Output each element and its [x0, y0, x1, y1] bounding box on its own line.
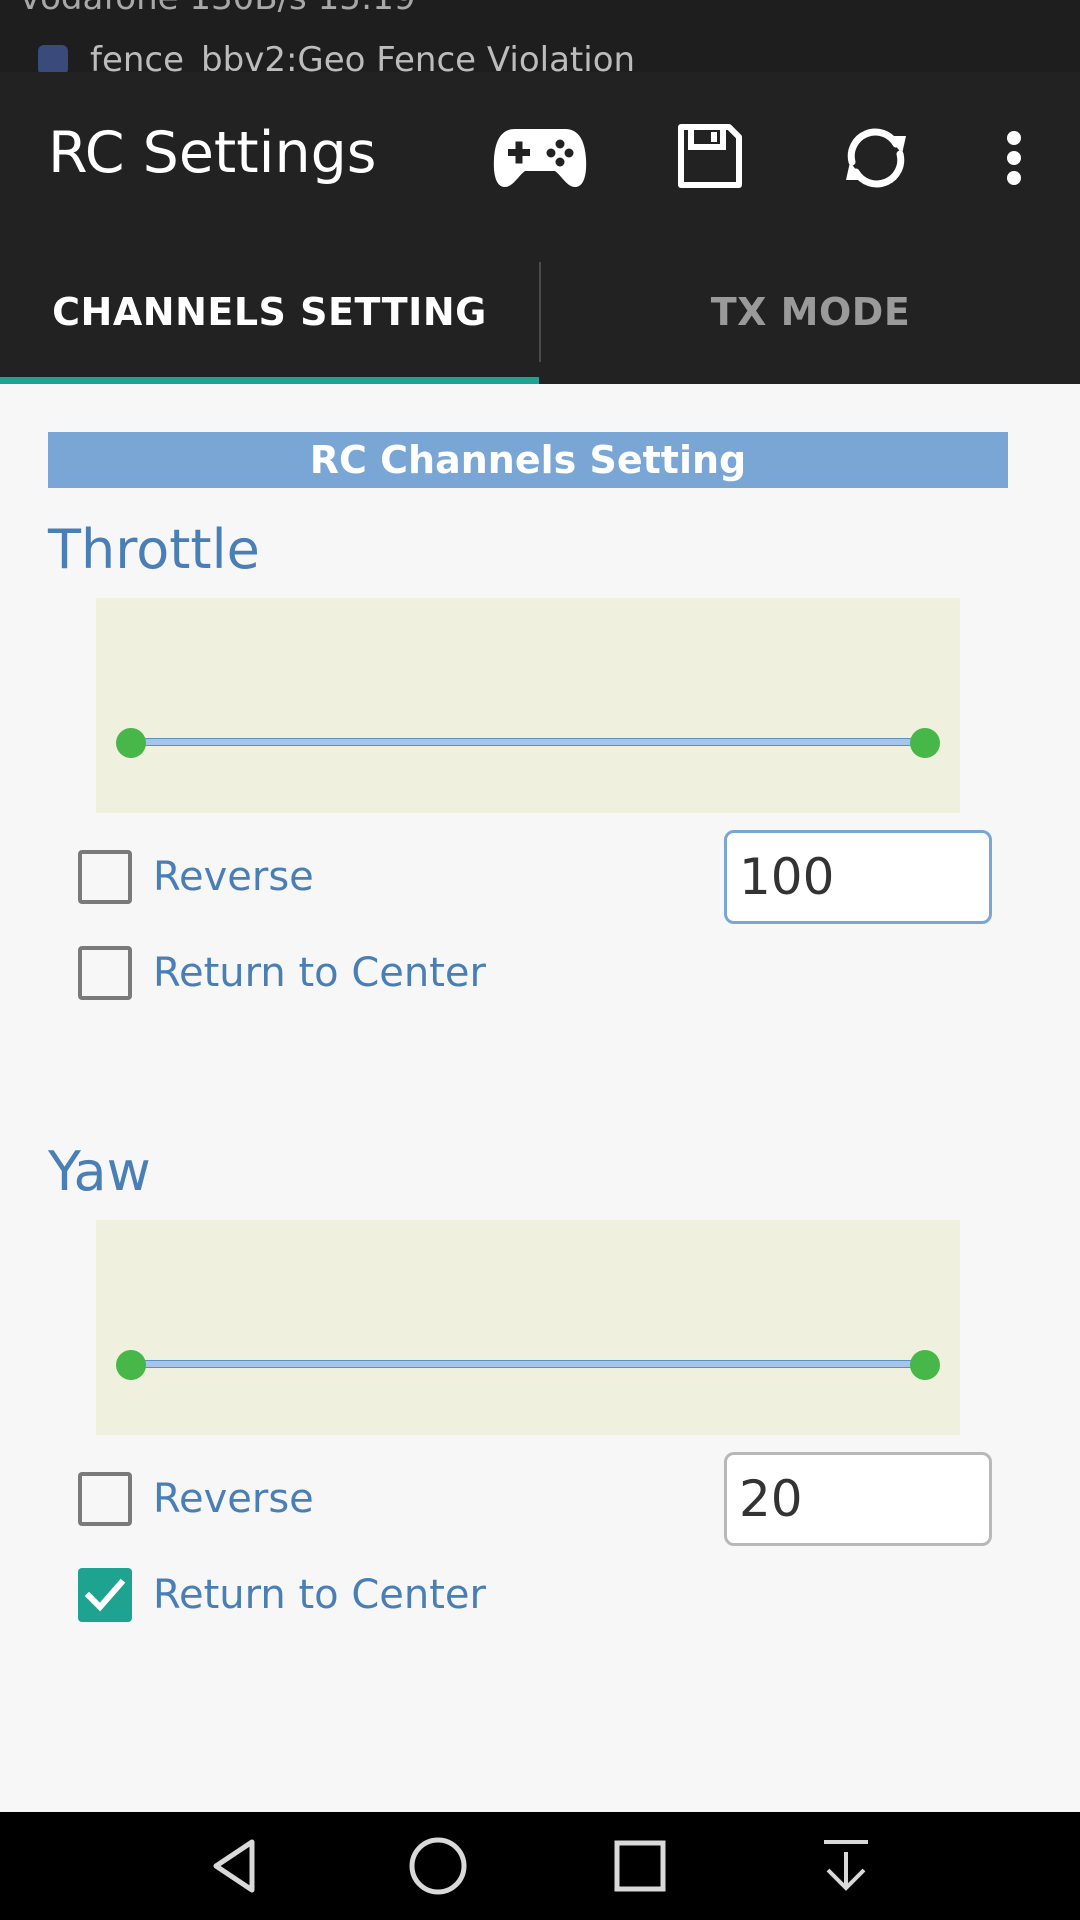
throttle-value-input[interactable]: [724, 830, 992, 924]
tab-indicator: [0, 377, 539, 384]
slider-max-thumb[interactable]: [910, 728, 940, 758]
recents-icon[interactable]: [600, 1830, 680, 1902]
channel-title-throttle: Throttle: [48, 518, 260, 581]
throttle-return-center-checkbox[interactable]: [78, 946, 132, 1000]
channel-title-yaw: Yaw: [48, 1140, 151, 1203]
more-vert-icon[interactable]: [990, 118, 1038, 198]
slider-min-thumb[interactable]: [116, 1350, 146, 1380]
yaw-return-center-label: Return to Center: [153, 1572, 486, 1618]
nav-bar: [0, 1812, 1080, 1920]
tab-tx-mode[interactable]: TX MODE: [541, 262, 1080, 362]
yaw-reverse-checkbox[interactable]: [78, 1472, 132, 1526]
yaw-reverse-label: Reverse: [153, 1476, 314, 1522]
back-icon[interactable]: [194, 1830, 274, 1902]
tab-channels-setting[interactable]: CHANNELS SETTING: [0, 262, 539, 362]
gamepad-icon[interactable]: [490, 118, 590, 198]
checkmark-icon: [84, 1578, 126, 1612]
status-bar-text: vodafone 130B/s 15:19: [20, 0, 416, 18]
throttle-range-slider: [96, 598, 960, 813]
section-header: RC Channels Setting: [48, 432, 1008, 488]
yaw-range-slider: [96, 1220, 960, 1435]
slider-max-thumb[interactable]: [910, 1350, 940, 1380]
sync-icon[interactable]: [836, 118, 916, 198]
throttle-reverse-checkbox[interactable]: [78, 850, 132, 904]
status-bar: vodafone 130B/s 15:19 fence_bbv2:Geo Fen…: [0, 0, 1080, 72]
slider-track: [132, 738, 924, 746]
slider-min-thumb[interactable]: [116, 728, 146, 758]
throttle-reverse-label: Reverse: [153, 854, 314, 900]
notification-pull-icon[interactable]: [806, 1830, 886, 1902]
save-icon[interactable]: [672, 118, 748, 194]
page-title: RC Settings: [48, 120, 377, 186]
notification-app-icon: [38, 45, 68, 72]
notification-text[interactable]: fence_bbv2:Geo Fence Violation: [90, 40, 635, 72]
yaw-value-input[interactable]: [724, 1452, 992, 1546]
slider-track: [132, 1360, 924, 1368]
throttle-return-center-label: Return to Center: [153, 950, 486, 996]
yaw-return-center-checkbox[interactable]: [78, 1568, 132, 1622]
home-icon[interactable]: [398, 1830, 478, 1902]
